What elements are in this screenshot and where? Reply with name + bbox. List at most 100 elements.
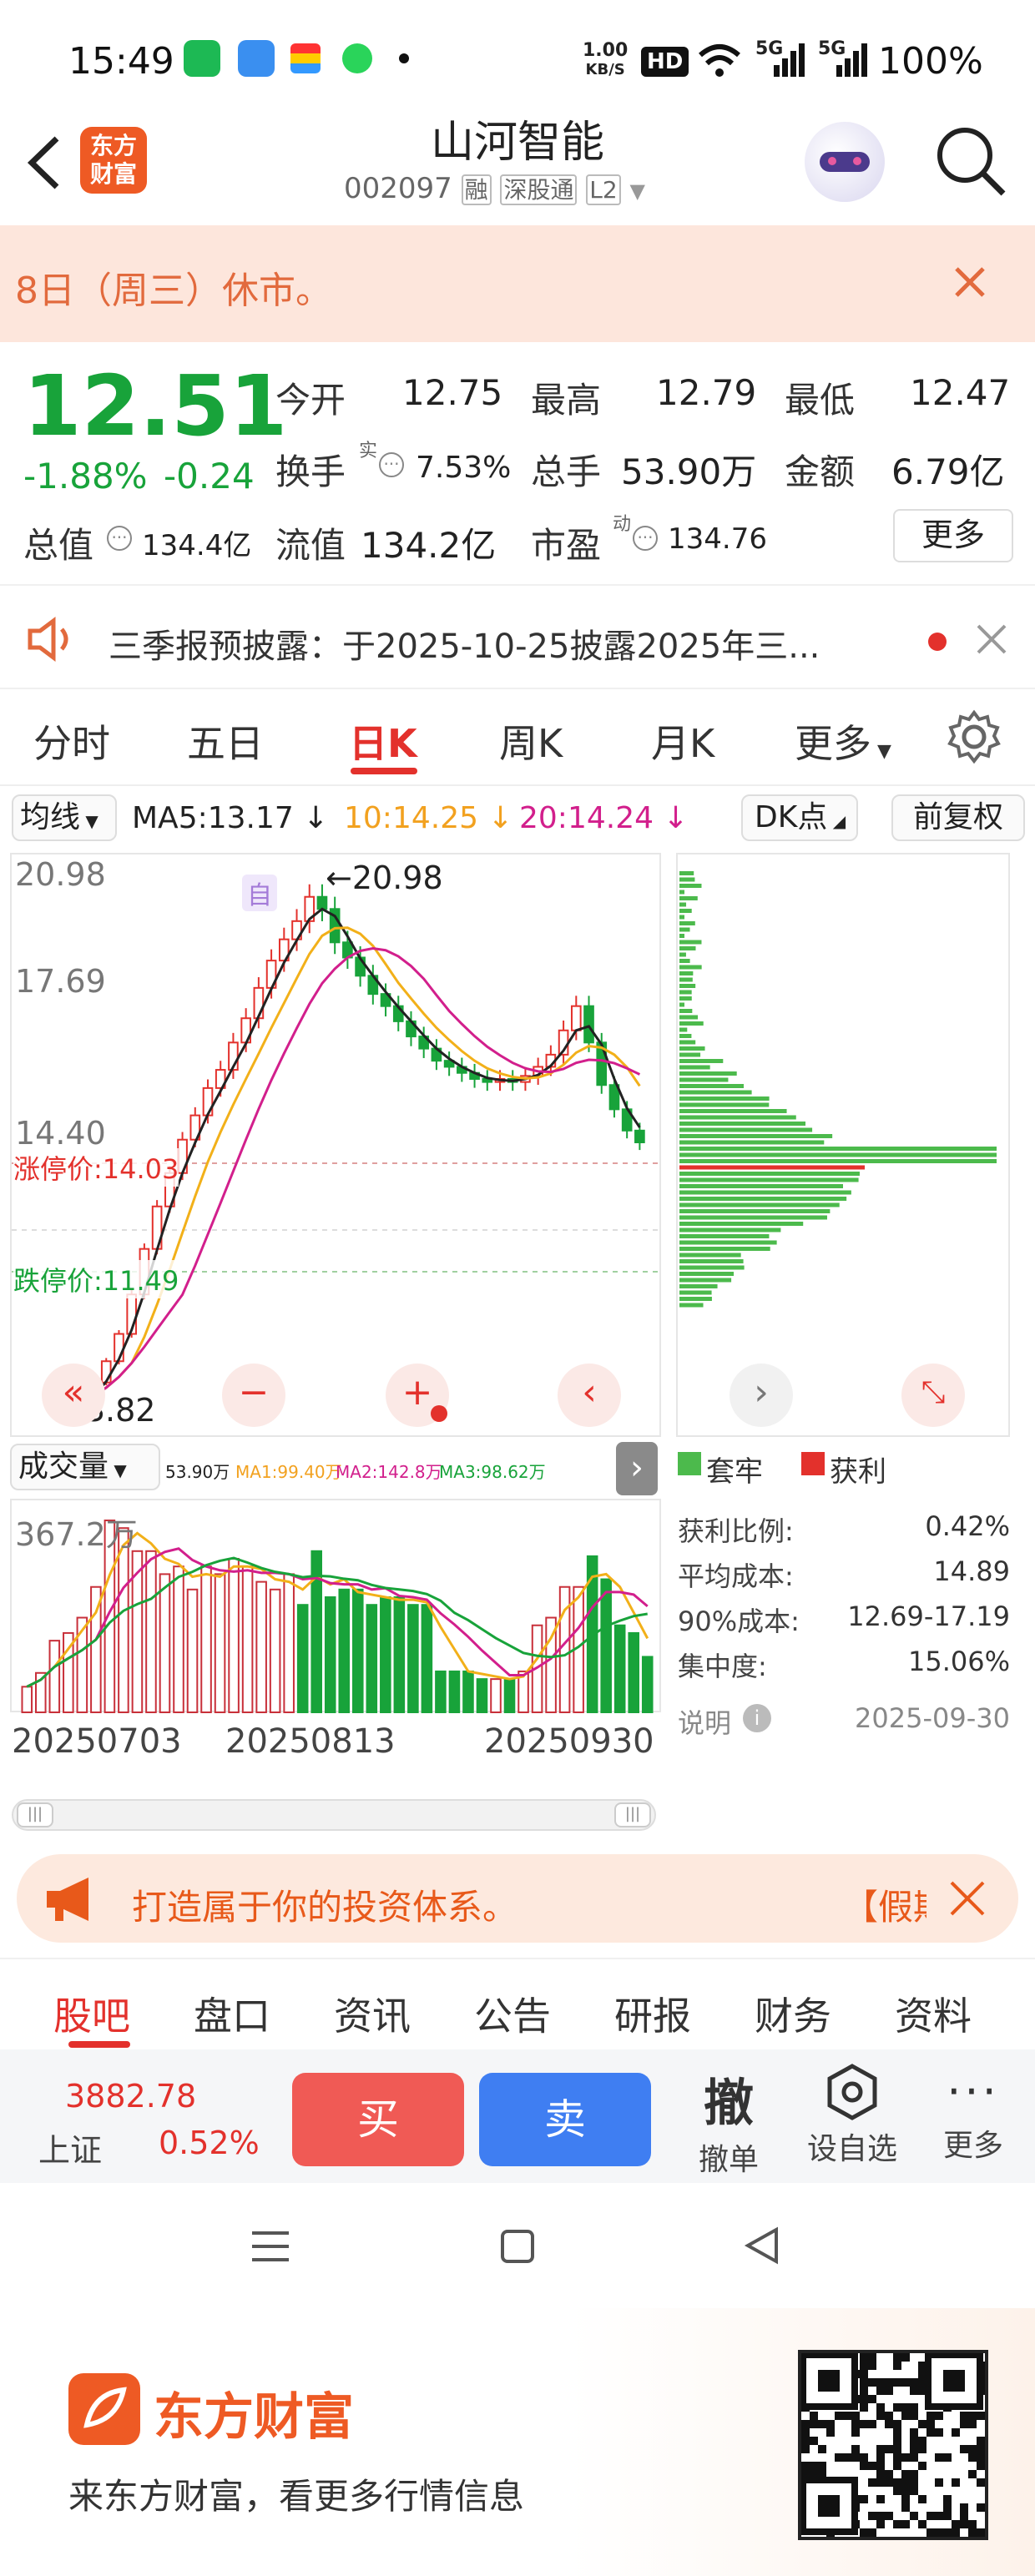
info-dots-icon[interactable]: ··· [633, 526, 658, 551]
tab-intraday[interactable]: 分时 [33, 713, 110, 769]
tab-monthly-k[interactable]: 月K [651, 713, 714, 769]
hexagon-icon [825, 2063, 880, 2121]
qr-module [810, 2420, 818, 2428]
chip-bar [679, 991, 692, 995]
info-icon[interactable]: i [743, 1704, 771, 1732]
qr-module [901, 2470, 910, 2478]
qr-module [968, 2470, 977, 2478]
close-icon[interactable] [948, 1879, 987, 1918]
tab-profile[interactable]: 资料 [895, 1986, 972, 2041]
qr-module [893, 2353, 901, 2362]
scroll-left-button[interactable]: « [42, 1364, 105, 1427]
recents-icon[interactable] [252, 2231, 289, 2261]
volume-select[interactable]: 成交量 ▼ [10, 1444, 160, 1490]
expand-icon[interactable]: ⤡ [901, 1364, 965, 1427]
volume-bar [215, 1574, 225, 1712]
tab-announcements[interactable]: 公告 [474, 1986, 551, 2041]
qr-module [893, 2403, 901, 2412]
gear-icon[interactable] [947, 709, 1002, 764]
qr-module [860, 2462, 868, 2470]
qr-finder-center [818, 2370, 840, 2392]
expand-panel-button[interactable]: › [616, 1442, 658, 1495]
promo-banner[interactable]: 打造属于你的投资体系。 【假期 [17, 1854, 1018, 1943]
qr-module [977, 2503, 985, 2512]
self-select-marker: 自 [242, 875, 277, 911]
chip-bar [679, 1228, 780, 1233]
qr-module [926, 2512, 935, 2520]
robot-assistant-avatar[interactable] [805, 122, 885, 202]
qr-module [910, 2478, 918, 2487]
qr-module [801, 2428, 810, 2437]
qr-module [876, 2387, 885, 2395]
notice-bar[interactable]: 三季报预披露：于2025-10-25披露2025年三... [0, 584, 1035, 689]
qr-module [968, 2412, 977, 2420]
range-handle-right[interactable]: ||| [614, 1802, 651, 1827]
tab-weekly-k[interactable]: 周K [499, 713, 563, 769]
info-dots-icon[interactable]: ··· [107, 526, 132, 551]
turnover-sup: 实 [359, 436, 377, 462]
note-label[interactable]: 说明 [678, 1702, 731, 1741]
range-handle-left[interactable]: ||| [17, 1802, 53, 1827]
qr-module [893, 2428, 901, 2437]
qr-module [952, 2428, 960, 2437]
chip-bar [679, 1046, 705, 1051]
back-icon[interactable] [743, 2226, 781, 2265]
close-icon[interactable] [975, 623, 1008, 656]
dk-point-select[interactable]: DK点 ◢ [741, 794, 858, 841]
trade-toolbar: 3882.78 上证 0.52% 买 卖 撤 撤单 设自选 ··· 更多 [0, 2049, 1035, 2183]
tab-news[interactable]: 资讯 [334, 1986, 411, 2041]
qr-module [876, 2495, 885, 2503]
adjust-select[interactable]: 前复权 [891, 794, 1025, 841]
tab-more[interactable]: 更多 ▼ [795, 713, 891, 769]
qr-module [901, 2412, 910, 2420]
tab-research[interactable]: 研报 [614, 1986, 691, 2041]
qr-module [893, 2520, 901, 2528]
tab-financials[interactable]: 财务 [755, 1986, 831, 2041]
tab-forum[interactable]: 股吧 [53, 1986, 130, 2041]
turnover-label: 换手 [275, 444, 346, 495]
close-icon[interactable] [952, 264, 988, 300]
step-back-button[interactable]: ‹ [558, 1364, 621, 1427]
volume-bar [615, 1626, 625, 1712]
limit-up-label: 涨停价:14.03 [13, 1148, 179, 1187]
more-button[interactable]: ··· 更多 [932, 2063, 1015, 2165]
qr-module [818, 2420, 826, 2428]
candle-body [584, 1006, 593, 1043]
range-scrollbar[interactable]: ||| ||| [12, 1799, 656, 1831]
volume-bar [22, 1686, 32, 1712]
open-label: 今开 [275, 372, 346, 423]
kline-chart[interactable]: 20.98 17.69 14.40 ←20.98 涨停价:14.03 跌停价:1… [10, 853, 661, 1437]
tab-five-day[interactable]: 五日 [187, 713, 264, 769]
more-quote-button[interactable]: 更多 [893, 509, 1013, 562]
search-icon[interactable] [933, 124, 1008, 199]
tab-daily-k[interactable]: 日K [349, 713, 417, 769]
qr-module [893, 2437, 901, 2445]
step-forward-button[interactable]: › [730, 1364, 793, 1427]
buy-button[interactable]: 买 [292, 2073, 464, 2166]
footer-slogan: 来东方财富，看更多行情信息 [68, 2468, 524, 2519]
qr-module [926, 2420, 935, 2428]
qr-module [960, 2520, 968, 2528]
volume-bar [422, 1605, 432, 1712]
info-dots-icon[interactable]: ··· [379, 452, 404, 477]
tab-order-book[interactable]: 盘口 [194, 1986, 270, 2041]
qr-module [926, 2412, 935, 2420]
home-icon[interactable] [501, 2230, 534, 2263]
speaker-icon [25, 616, 78, 663]
qr-module [893, 2462, 901, 2470]
pe-sup: 动 [613, 509, 631, 536]
stock-code-row[interactable]: 002097 融 深股通 L2 ▼ [344, 172, 645, 205]
chip-bar [679, 1178, 859, 1182]
volume-chart[interactable]: 367.2万 [10, 1499, 661, 1712]
ma-mode-select[interactable]: 均线 ▼ [12, 794, 117, 841]
cancel-order-button[interactable]: 撤 撤单 [683, 2063, 775, 2179]
chip-bar [679, 1166, 865, 1170]
zoom-out-button[interactable]: − [222, 1364, 285, 1427]
chip-bar [679, 1184, 843, 1188]
qr-module [876, 2462, 885, 2470]
qr-module [851, 2453, 860, 2462]
qr-module [918, 2445, 926, 2453]
add-watchlist-button[interactable]: 设自选 [798, 2063, 906, 2168]
sell-button[interactable]: 卖 [479, 2073, 651, 2166]
qr-module [860, 2353, 868, 2362]
